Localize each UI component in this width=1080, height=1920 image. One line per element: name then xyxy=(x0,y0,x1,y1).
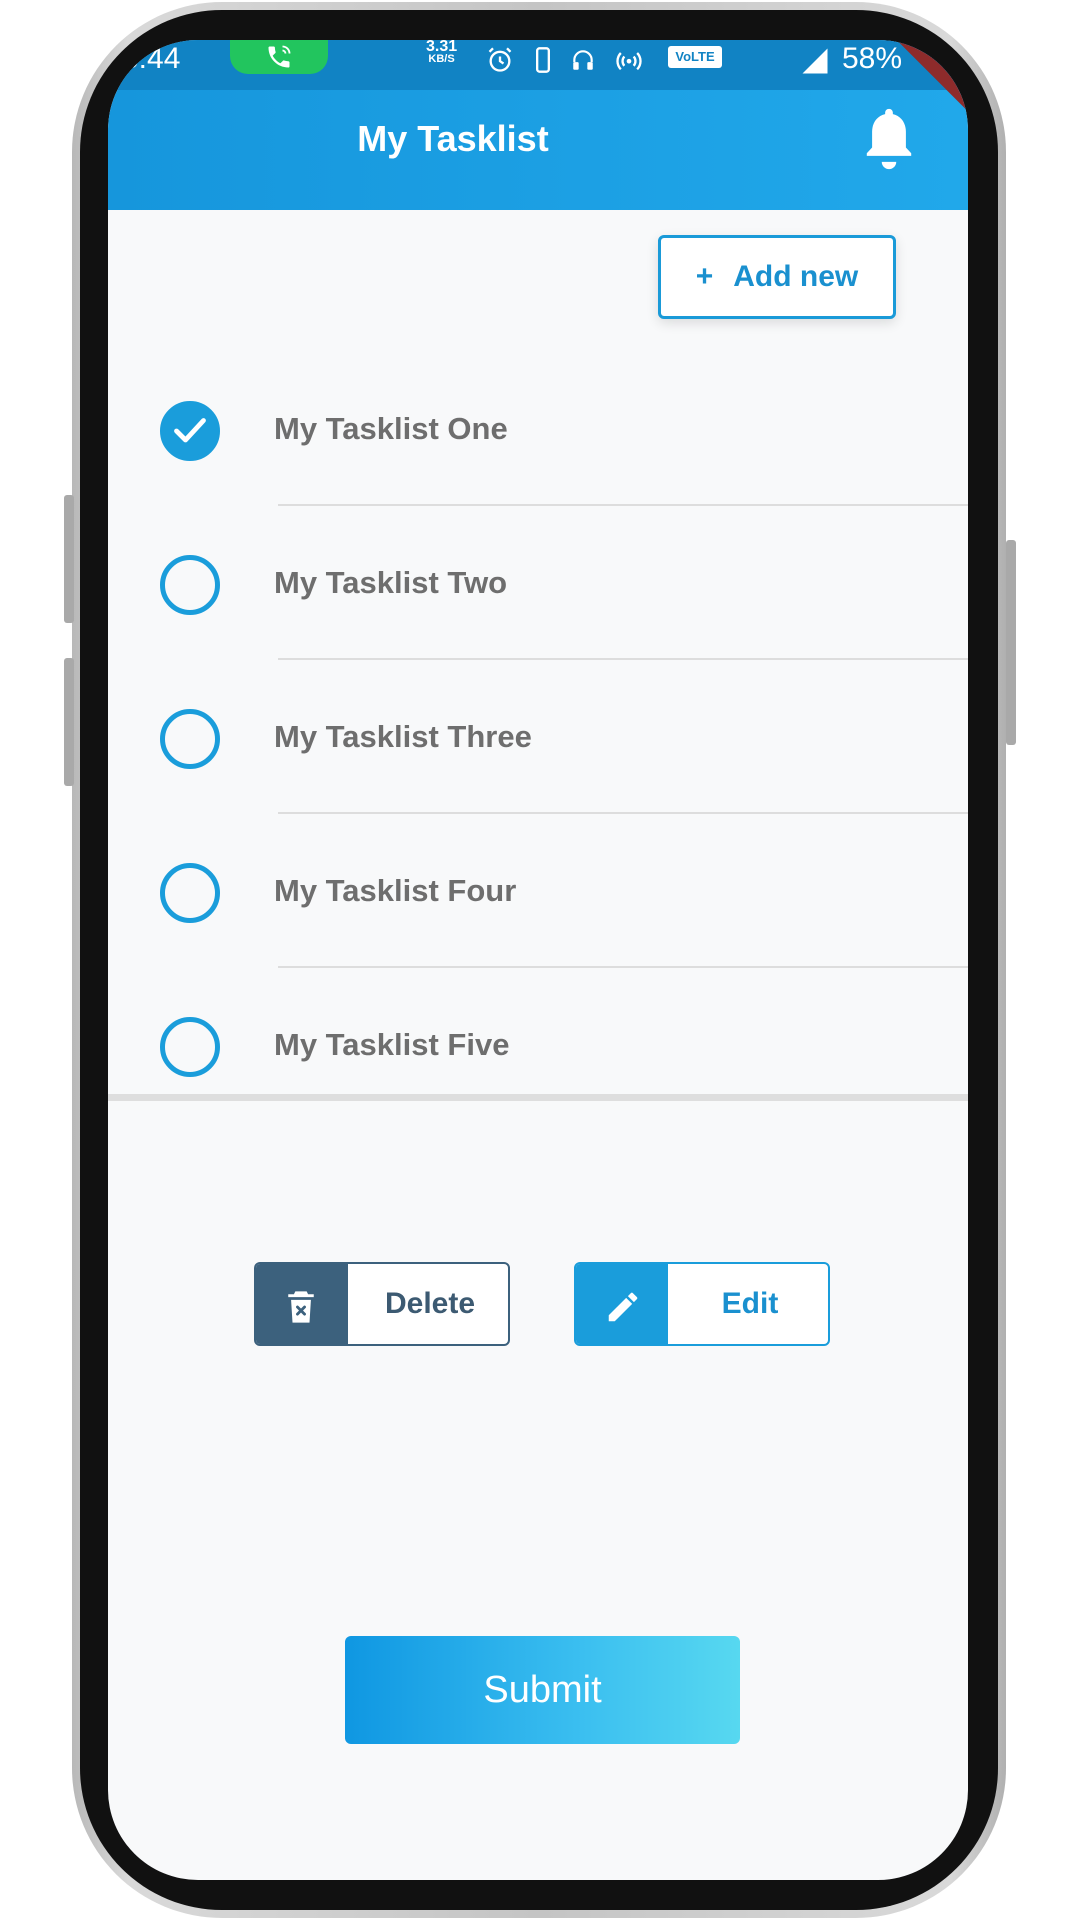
delete-label: Delete xyxy=(384,1287,476,1320)
page-title: My Tasklist xyxy=(357,118,549,159)
edit-icon-box xyxy=(576,1264,668,1344)
status-time: 5:44 xyxy=(122,42,181,75)
vibrate-icon xyxy=(536,47,550,73)
row-divider xyxy=(278,504,968,506)
pencil-icon xyxy=(608,1292,638,1322)
task-row[interactable]: My Tasklist Five xyxy=(108,981,968,1107)
row-divider xyxy=(278,658,968,660)
add-new-button[interactable]: + Add new xyxy=(658,235,896,319)
task-checkbox[interactable] xyxy=(160,555,220,615)
status-bar: 5:44 3.31 KB/S VoLTE 58% xyxy=(108,40,968,111)
task-label: My Tasklist One xyxy=(274,411,508,446)
bell-icon[interactable] xyxy=(860,104,918,174)
ongoing-call-pill[interactable] xyxy=(230,40,328,74)
edit-label: Edit xyxy=(721,1287,779,1320)
edit-button[interactable]: Edit xyxy=(574,1262,830,1346)
row-divider xyxy=(278,966,968,968)
task-checkbox[interactable] xyxy=(160,863,220,923)
check-icon xyxy=(174,418,206,443)
task-label: My Tasklist Five xyxy=(274,1027,510,1062)
net-speed-value: 3.31 xyxy=(426,40,458,55)
task-row[interactable]: My Tasklist Four xyxy=(108,827,968,953)
alarm-icon xyxy=(488,47,512,72)
hotspot-icon xyxy=(616,52,642,71)
delete-button[interactable]: Delete xyxy=(254,1262,510,1346)
phone-screen: 5:44 3.31 KB/S VoLTE 58% My Tasklist + A… xyxy=(108,40,968,1880)
signal-icon xyxy=(802,48,828,74)
net-speed: 3.31 KB/S xyxy=(426,40,457,66)
row-divider xyxy=(278,812,968,814)
task-row[interactable]: My Tasklist Two xyxy=(108,519,968,645)
app-bar: 5:44 3.31 KB/S VoLTE 58% My Tasklist xyxy=(108,40,968,210)
submit-button[interactable]: Submit xyxy=(345,1636,740,1744)
task-checkbox[interactable] xyxy=(160,1017,220,1077)
volume-up-button xyxy=(64,495,74,623)
plus-icon: + xyxy=(695,260,714,293)
delete-icon-box xyxy=(256,1264,348,1344)
task-label: My Tasklist Three xyxy=(274,719,532,754)
phone-call-icon xyxy=(268,45,291,68)
list-bottom-divider xyxy=(108,1094,968,1101)
battery-percent: 58% xyxy=(842,42,903,75)
trash-icon xyxy=(288,1291,314,1323)
volte-badge: VoLTE xyxy=(668,46,722,68)
task-row[interactable]: My Tasklist Three xyxy=(108,673,968,799)
task-label: My Tasklist Two xyxy=(274,565,508,600)
add-new-label: Add new xyxy=(733,260,859,293)
task-checkbox[interactable] xyxy=(160,709,220,769)
task-row[interactable]: My Tasklist One xyxy=(108,365,968,491)
net-speed-unit: KB/S xyxy=(428,53,455,65)
task-checkbox[interactable] xyxy=(160,401,220,461)
headset-icon xyxy=(573,50,593,70)
task-label: My Tasklist Four xyxy=(274,873,517,908)
volume-down-button xyxy=(64,658,74,786)
power-button xyxy=(1006,540,1016,745)
